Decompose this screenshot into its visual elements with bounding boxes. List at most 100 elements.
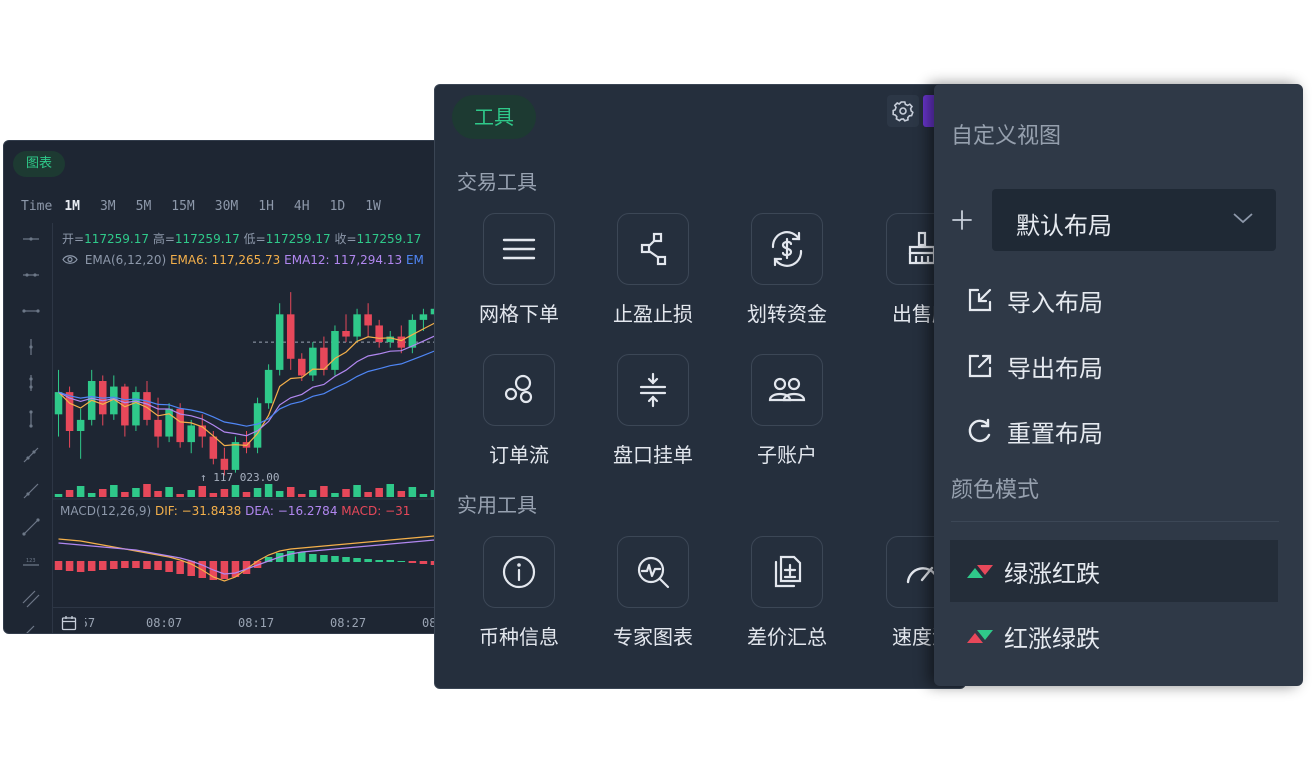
macd-bar xyxy=(87,561,96,571)
open-label: 开 xyxy=(62,232,75,246)
tool-expert-chart[interactable]: 专家图表 xyxy=(593,536,713,650)
parallel-channel-icon[interactable] xyxy=(22,590,40,608)
tool-label: 止盈止损 xyxy=(613,302,693,326)
import-layout-item[interactable]: 导入布局 xyxy=(967,285,1103,317)
candle xyxy=(298,358,306,376)
volume-bar xyxy=(54,494,63,497)
timeframe-15m[interactable]: 15M xyxy=(171,199,194,214)
layout-select[interactable]: 默认布局 xyxy=(992,189,1276,251)
macd-bar xyxy=(54,561,63,570)
color-mode-green-up[interactable]: 绿涨红跌 xyxy=(950,540,1278,602)
macd-bar xyxy=(154,561,162,570)
arrow-line-icon[interactable] xyxy=(22,518,40,536)
candle xyxy=(286,314,295,359)
color-mode-label: 绿涨红跌 xyxy=(1004,559,1100,588)
volume-bar xyxy=(397,491,406,497)
volume-bar xyxy=(331,493,339,497)
timeframe-time[interactable]: Time xyxy=(21,199,52,214)
settings-button[interactable] xyxy=(887,95,919,127)
order-book-icon xyxy=(639,372,667,408)
tool-take-profit-stop-loss[interactable]: 止盈止损 xyxy=(593,213,713,327)
volume-bar xyxy=(220,489,229,497)
tool-label: 子账户 xyxy=(757,443,817,467)
macd-bar xyxy=(132,561,140,568)
volume-bar xyxy=(375,488,383,497)
tool-label: 差价汇总 xyxy=(747,625,827,649)
volume-bar xyxy=(298,494,306,497)
candle xyxy=(331,331,339,370)
volume-bar xyxy=(309,490,317,497)
low-label: 低 xyxy=(243,232,256,246)
horizontal-ray-icon[interactable] xyxy=(22,266,40,284)
vertical-line-icon[interactable] xyxy=(22,338,40,356)
ema6-value: EMA6: 117,265.73 xyxy=(169,253,281,267)
ray-icon[interactable] xyxy=(22,482,40,500)
red-up-green-down-icon xyxy=(967,630,993,643)
menu-label: 重置布局 xyxy=(1007,419,1103,448)
volume-bar xyxy=(110,485,118,497)
calendar-icon[interactable] xyxy=(61,615,77,631)
volume-bar xyxy=(143,484,151,497)
ema12-value: EMA12: 117,294.13 xyxy=(284,253,403,267)
volume-bar xyxy=(242,492,251,497)
tool-spread-summary[interactable]: 差价汇总 xyxy=(727,536,847,650)
price-line-icon[interactable]: 123 xyxy=(22,554,40,572)
utility-tools-title: 实用工具 xyxy=(457,493,537,517)
volume-bar xyxy=(98,489,107,497)
volume-bar xyxy=(121,492,129,497)
timeframe-4h[interactable]: 4H xyxy=(294,199,310,214)
transfer-funds-icon xyxy=(771,231,803,267)
tool-transfer-funds[interactable]: 划转资金 xyxy=(727,213,847,327)
pitchfork-icon[interactable] xyxy=(22,620,40,634)
timeframe-1d[interactable]: 1D xyxy=(330,199,346,214)
tool-order-book[interactable]: 盘口挂单 xyxy=(593,354,713,468)
expert-chart-icon xyxy=(637,556,670,589)
vertical-ray-icon[interactable] xyxy=(22,374,40,392)
vertical-segment-icon[interactable] xyxy=(22,410,40,428)
timeframe-3m[interactable]: 3M xyxy=(100,199,116,214)
timeframe-30m[interactable]: 30M xyxy=(215,199,238,214)
timeframe-1h[interactable]: 1H xyxy=(258,199,274,214)
tool-sub-account[interactable]: 子账户 xyxy=(727,354,847,468)
volume-bar xyxy=(408,487,417,497)
close-value: 117259.17 xyxy=(356,232,422,246)
svg-text:123: 123 xyxy=(26,558,36,564)
time-axis: 07:57 08:07 08:17 08:27 08:37 xyxy=(53,607,440,633)
volume-bar xyxy=(353,485,361,497)
timeframe-1m[interactable]: 1M xyxy=(64,199,80,214)
timeframe-5m[interactable]: 5M xyxy=(136,199,152,214)
ema12-line xyxy=(58,335,435,437)
timeframe-1w[interactable]: 1W xyxy=(365,199,381,214)
tool-coin-info[interactable]: 币种信息 xyxy=(459,536,579,650)
chart-tab[interactable]: 图表 xyxy=(13,151,66,177)
horizontal-line-icon[interactable] xyxy=(22,230,40,248)
time-label: 08:27 xyxy=(330,616,367,630)
horizontal-segment-icon[interactable] xyxy=(22,302,40,320)
tool-label: 专家图表 xyxy=(613,625,693,649)
tool-label: 划转资金 xyxy=(747,302,827,326)
reset-layout-item[interactable]: 重置布局 xyxy=(967,416,1103,448)
macd-bar xyxy=(110,561,118,569)
volume-bar xyxy=(76,486,85,497)
trend-line-icon[interactable] xyxy=(22,446,40,464)
macd-bar xyxy=(121,561,129,568)
tools-tab[interactable]: 工具 xyxy=(452,95,536,139)
custom-view-title: 自定义视图 xyxy=(951,124,1062,149)
eye-icon[interactable] xyxy=(62,254,78,265)
volume-bar xyxy=(65,490,74,497)
volume-bar xyxy=(253,488,262,497)
candle xyxy=(397,336,406,348)
macd-bar xyxy=(320,555,328,562)
tool-order-flow[interactable]: 订单流 xyxy=(459,354,579,468)
candle xyxy=(364,314,372,326)
tool-label: 币种信息 xyxy=(479,625,559,649)
order-flow-icon xyxy=(504,374,533,404)
add-layout-icon[interactable] xyxy=(951,209,973,231)
tool-grid-order[interactable]: 网格下单 xyxy=(459,213,579,327)
candle xyxy=(154,419,162,437)
export-layout-item[interactable]: 导出布局 xyxy=(967,351,1103,383)
candlestick-plot[interactable] xyxy=(53,281,440,607)
macd-bar xyxy=(298,552,306,562)
candle xyxy=(253,403,262,448)
color-mode-red-up[interactable]: 红涨绿跌 xyxy=(950,605,1278,667)
